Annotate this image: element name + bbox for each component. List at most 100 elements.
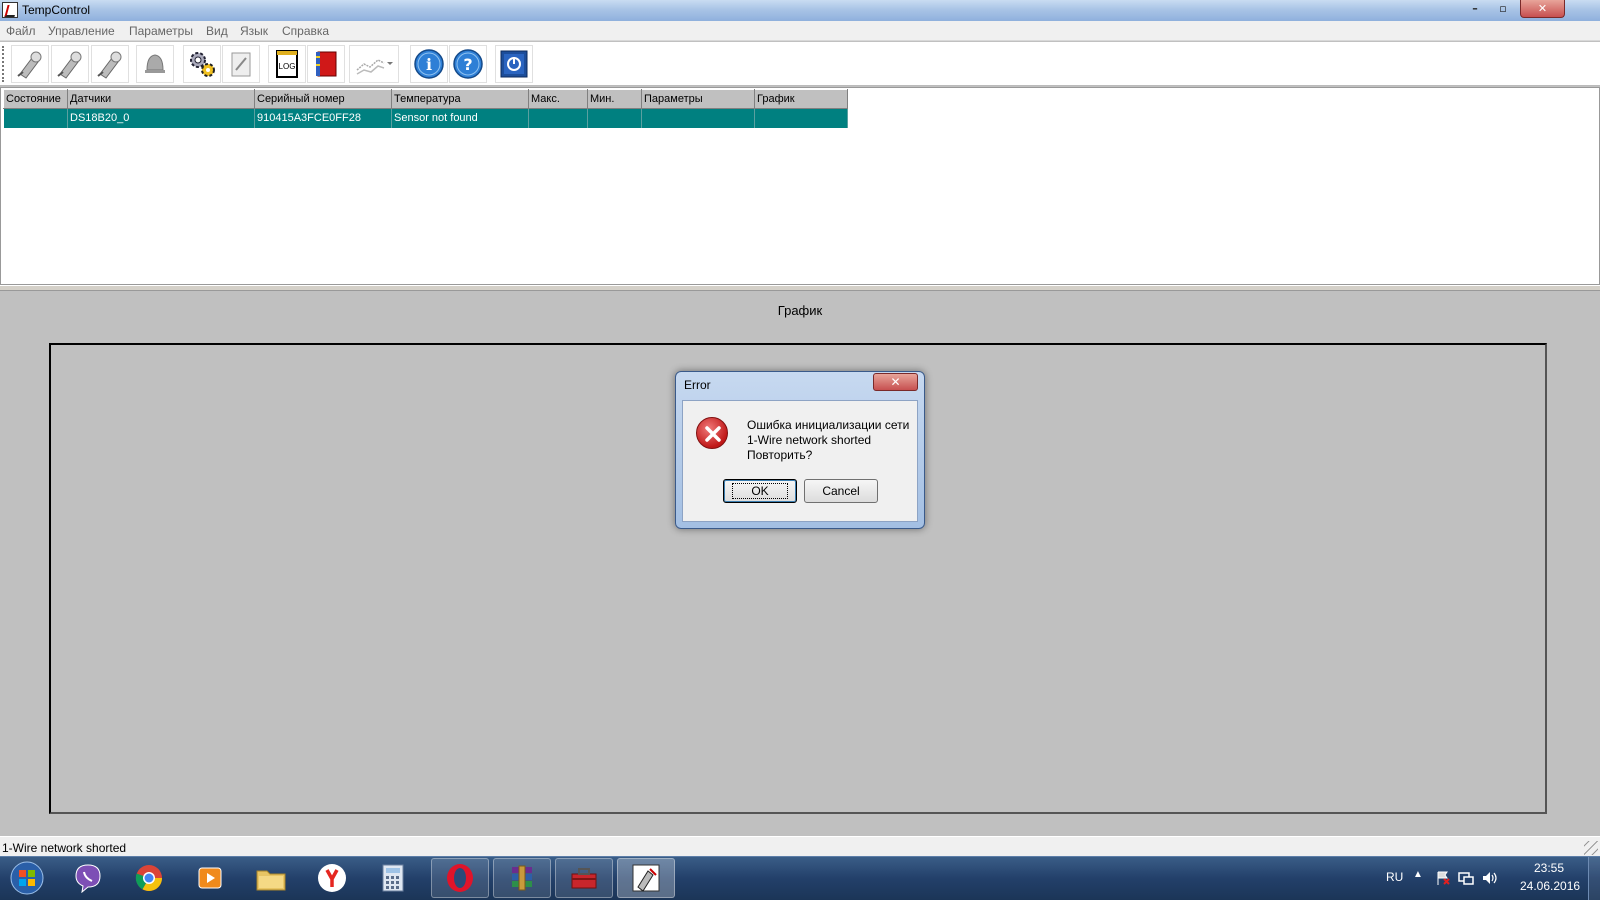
alarm-button[interactable] bbox=[136, 45, 174, 83]
toolbox-icon bbox=[571, 868, 597, 889]
taskbar-winrar[interactable] bbox=[493, 858, 551, 898]
chart-dropdown-button[interactable] bbox=[349, 45, 399, 83]
column-header-temperature[interactable]: Температура bbox=[391, 89, 529, 109]
column-header-state[interactable]: Состояние bbox=[3, 89, 68, 109]
menu-view[interactable]: Вид bbox=[206, 24, 228, 38]
toolbar-grip[interactable] bbox=[2, 46, 6, 82]
taskbar-tempcontrol[interactable] bbox=[617, 858, 675, 898]
edit-button[interactable] bbox=[222, 45, 260, 83]
dialog-body: Ошибка инициализации сети 1-Wire network… bbox=[682, 400, 918, 522]
cancel-button[interactable]: Cancel bbox=[804, 479, 878, 503]
power-button[interactable] bbox=[495, 45, 533, 83]
minimize-button[interactable]: – bbox=[1462, 0, 1488, 18]
language-indicator[interactable]: RU bbox=[1386, 870, 1403, 884]
menu-file[interactable]: Файл bbox=[6, 24, 36, 38]
sensors-table: Состояние Датчики Серийный номер Темпера… bbox=[3, 89, 848, 128]
probe-disconnect-button[interactable] bbox=[51, 45, 89, 83]
column-header-params[interactable]: Параметры bbox=[641, 89, 755, 109]
calculator-icon bbox=[382, 864, 404, 892]
menu-bar: Файл Управление Параметры Вид Язык Справ… bbox=[0, 21, 1600, 41]
opera-icon bbox=[447, 864, 473, 892]
edit-document-icon bbox=[231, 52, 251, 77]
book-button[interactable] bbox=[307, 45, 345, 83]
menu-control[interactable]: Управление bbox=[48, 24, 115, 38]
tempcontrol-icon bbox=[632, 864, 660, 892]
help-icon: ? bbox=[453, 49, 483, 79]
probe-search-button[interactable] bbox=[91, 45, 129, 83]
error-dialog: Error ✕ Ошибка инициализации сети 1-Wire… bbox=[675, 371, 925, 529]
taskbar-media-player[interactable] bbox=[181, 858, 239, 898]
maximize-button[interactable]: ▫ bbox=[1490, 0, 1516, 18]
menu-parameters[interactable]: Параметры bbox=[129, 24, 193, 38]
network-icon[interactable] bbox=[1458, 870, 1474, 886]
info-button[interactable]: i bbox=[410, 45, 448, 83]
log-label: LOG bbox=[279, 62, 296, 71]
cell-min bbox=[587, 108, 642, 128]
column-header-min[interactable]: Мин. bbox=[587, 89, 642, 109]
taskbar-viber[interactable] bbox=[59, 858, 117, 898]
table-row[interactable]: DS18B20_0 910415A3FCE0FF28 Sensor not fo… bbox=[3, 108, 848, 128]
clock-date[interactable]: 24.06.2016 bbox=[1520, 879, 1580, 893]
column-header-serial[interactable]: Серийный номер bbox=[254, 89, 392, 109]
resize-grip[interactable] bbox=[1584, 841, 1598, 855]
taskbar-toolbox[interactable] bbox=[555, 858, 613, 898]
cell-graph bbox=[754, 108, 848, 128]
probe-connect-button[interactable] bbox=[11, 45, 49, 83]
clock-time[interactable]: 23:55 bbox=[1534, 861, 1564, 875]
dialog-title: Error bbox=[684, 378, 711, 392]
cell-temperature: Sensor not found bbox=[391, 108, 529, 128]
taskbar-opera[interactable] bbox=[431, 858, 489, 898]
media-player-icon bbox=[198, 867, 222, 889]
settings-button[interactable] bbox=[183, 45, 221, 83]
column-header-max[interactable]: Макс. bbox=[528, 89, 588, 109]
column-header-sensors[interactable]: Датчики bbox=[67, 89, 255, 109]
menu-help[interactable]: Справка bbox=[282, 24, 329, 38]
winrar-icon bbox=[512, 865, 532, 891]
app-icon[interactable] bbox=[2, 2, 18, 18]
error-icon bbox=[696, 417, 728, 449]
taskbar: RU ▲ 23:55 24.06.2016 bbox=[0, 856, 1600, 900]
dialog-message: Ошибка инициализации сети 1-Wire network… bbox=[747, 418, 909, 463]
help-label: ? bbox=[463, 55, 472, 74]
window-title: TempControl bbox=[22, 3, 91, 17]
yandex-browser-icon bbox=[318, 864, 346, 892]
probe-search-icon bbox=[97, 51, 122, 79]
start-button[interactable] bbox=[2, 858, 52, 898]
info-icon: i bbox=[414, 49, 444, 79]
log-button[interactable]: LOG bbox=[268, 45, 306, 83]
graph-title: График bbox=[777, 303, 823, 318]
info-label: i bbox=[426, 55, 432, 74]
chrome-icon bbox=[135, 865, 163, 892]
column-header-graph[interactable]: График bbox=[754, 89, 848, 109]
show-hidden-icons-button[interactable]: ▲ bbox=[1413, 869, 1423, 880]
show-desktop-button[interactable] bbox=[1588, 857, 1600, 900]
status-text: 1-Wire network shorted bbox=[2, 841, 127, 855]
settings-gears-icon bbox=[190, 52, 215, 77]
taskbar-chrome[interactable] bbox=[120, 858, 178, 898]
log-file-icon: LOG bbox=[276, 50, 298, 78]
taskbar-explorer[interactable] bbox=[242, 858, 300, 898]
menu-language[interactable]: Язык bbox=[240, 24, 268, 38]
cell-params bbox=[641, 108, 755, 128]
chart-dropdown-icon bbox=[356, 59, 393, 75]
dialog-message-line-3: Повторить? bbox=[747, 448, 813, 462]
close-button[interactable]: ✕ bbox=[1520, 0, 1565, 18]
title-bar: TempControl – ▫ ✕ bbox=[0, 0, 1600, 21]
windows-start-icon bbox=[10, 861, 44, 895]
toolbar: LOG i ? bbox=[0, 42, 1600, 86]
dialog-close-button[interactable]: ✕ bbox=[873, 373, 918, 391]
dialog-message-line-1: Ошибка инициализации сети bbox=[747, 418, 910, 432]
power-icon bbox=[500, 50, 528, 78]
volume-icon[interactable] bbox=[1481, 870, 1499, 886]
status-bar: 1-Wire network shorted bbox=[0, 836, 1600, 856]
action-center-flag-icon[interactable] bbox=[1435, 870, 1451, 886]
help-button[interactable]: ? bbox=[449, 45, 487, 83]
dialog-message-line-2: 1-Wire network shorted bbox=[747, 433, 872, 447]
cell-serial: 910415A3FCE0FF28 bbox=[254, 108, 392, 128]
ok-button[interactable]: OK bbox=[723, 479, 797, 503]
probe-disconnect-icon bbox=[57, 51, 82, 79]
book-icon bbox=[316, 51, 337, 77]
taskbar-calculator[interactable] bbox=[364, 858, 422, 898]
probe-connect-icon bbox=[17, 51, 42, 79]
taskbar-yandex[interactable] bbox=[303, 858, 361, 898]
